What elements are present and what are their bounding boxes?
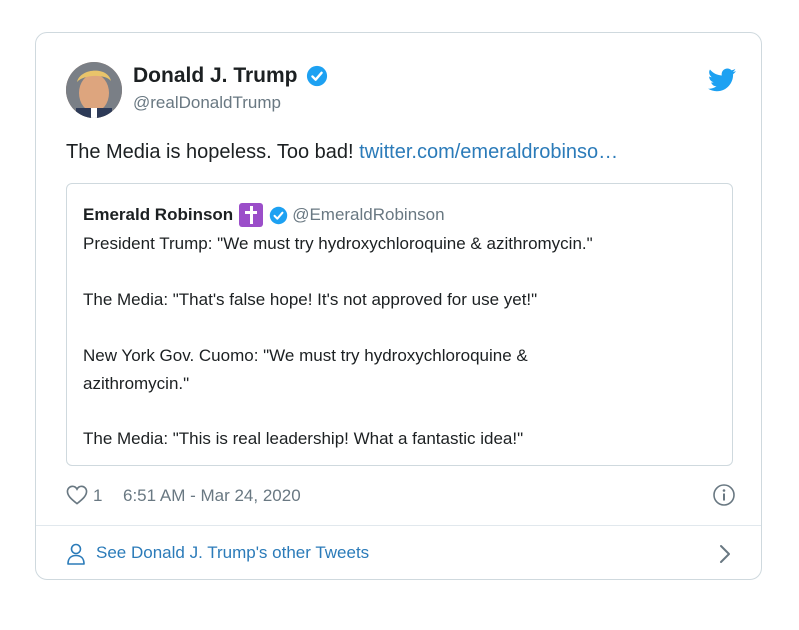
quoted-tweet-header: Emerald Robinson @EmeraldRobinson [83,203,445,227]
author-avatar[interactable] [66,62,122,118]
twitter-bird-icon[interactable] [708,68,736,92]
footer-divider [36,525,761,526]
latin-cross-emoji-icon [239,203,264,227]
quoted-display-name: Emerald Robinson [83,205,234,224]
quoted-text-line: azithromycin." [83,374,190,393]
embedded-tweet-card: Donald J. Trump @realDonaldTrump The Med… [35,32,762,580]
tweet-body: The Media is hopeless. Too bad! twitter.… [66,141,618,164]
author-handle[interactable]: @realDonaldTrump [133,93,328,113]
verified-badge-icon [306,65,328,87]
tweet-header: Donald J. Trump @realDonaldTrump [66,62,736,118]
info-circle-icon[interactable] [712,483,736,507]
author-names: Donald J. Trump @realDonaldTrump [133,64,328,113]
quoted-tweet[interactable]: Emerald Robinson @EmeraldRobinson Presid… [66,183,733,466]
quoted-text-line: The Media: "This is real leadership! Wha… [83,429,524,448]
quoted-text-line: The Media: "That's false hope! It's not … [83,290,538,309]
heart-outline-icon[interactable] [66,485,88,505]
quoted-handle: @EmeraldRobinson [292,205,445,224]
tweet-timestamp[interactable]: 6:51 AM - Mar 24, 2020 [123,486,301,506]
chevron-right-icon[interactable] [718,544,732,564]
tweet-link[interactable]: twitter.com/emeraldrobinso… [359,141,618,163]
like-count[interactable]: 1 [93,486,102,506]
quoted-text-line: New York Gov. Cuomo: "We must try hydrox… [83,346,528,365]
see-other-tweets-label[interactable]: See Donald J. Trump's other Tweets [96,543,369,563]
author-display-name[interactable]: Donald J. Trump [133,64,298,88]
tweet-text: The Media is hopeless. Too bad! [66,141,360,163]
person-outline-icon [67,543,85,565]
see-other-tweets-link[interactable]: See Donald J. Trump's other Tweets [66,539,736,569]
quoted-text-line: President Trump: "We must try hydroxychl… [83,234,593,253]
verified-badge-icon [269,206,288,224]
tweet-footer: 1 6:51 AM - Mar 24, 2020 [66,483,736,509]
